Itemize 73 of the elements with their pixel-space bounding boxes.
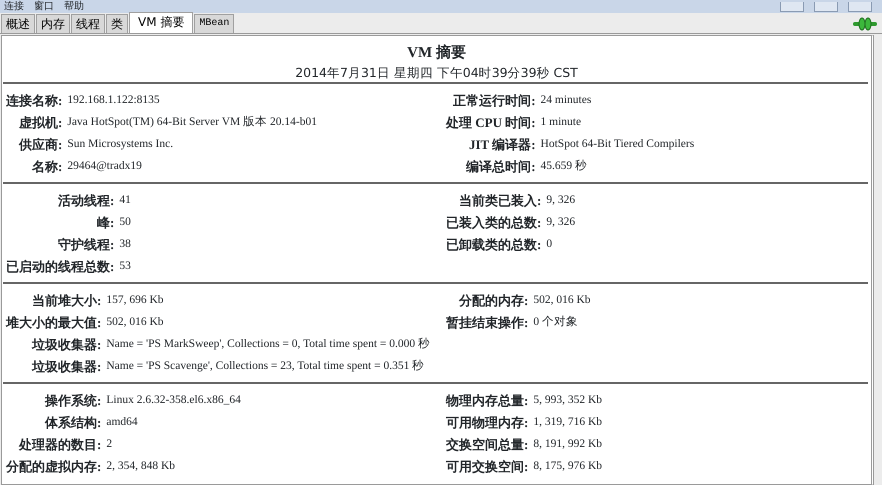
- timestamp: 2014年7月31日 星期四 下午04时39分39秒 CST: [294, 64, 579, 82]
- field-value: 29464@tradx19: [67, 159, 143, 174]
- tab[interactable]: 类: [106, 14, 128, 33]
- field-label: 峰:: [96, 214, 114, 232]
- field-label: 操作系统:: [44, 392, 102, 410]
- field-value: 9, 326: [546, 193, 576, 208]
- field-label: 垃圾收集器:: [30, 336, 102, 354]
- maximize-button[interactable]: [814, 2, 838, 12]
- field-label: 虚拟机:: [18, 114, 62, 132]
- field-value: 41: [119, 193, 132, 208]
- field-label: 暂挂结束操作:: [446, 314, 528, 332]
- field-value: Name = 'PS Scavenge', Collections = 23, Total time spent = 0.351 秒: [106, 358, 426, 374]
- field-label: 连接名称:: [6, 92, 62, 110]
- field-value: 0: [546, 237, 554, 252]
- field-value: 5, 993, 352 Kb: [533, 393, 604, 408]
- field-value: 50: [119, 215, 132, 230]
- field-label: 可用交换空间:: [446, 458, 528, 476]
- field-value: 53: [119, 259, 132, 274]
- tab[interactable]: MBean: [194, 14, 234, 33]
- minimize-button[interactable]: [780, 2, 804, 12]
- field-value: 502, 016 Kb: [106, 315, 165, 330]
- field-value: HotSpot 64-Bit Tiered Compilers: [540, 137, 696, 152]
- tab[interactable]: 概述: [1, 14, 35, 33]
- field-label: 分配的虚拟内存:: [6, 458, 102, 476]
- field-value: 1, 319, 716 Kb: [533, 415, 604, 430]
- field-value: Name = 'PS MarkSweep', Collections = 0, Total time spent = 0.000 秒: [106, 336, 431, 352]
- field-value: Sun Microsystems Inc.: [67, 137, 174, 152]
- field-label: 活动线程:: [57, 192, 114, 210]
- field-label: 当前类已装入:: [458, 192, 542, 210]
- field-label: 供应商:: [18, 136, 62, 154]
- field-value: Linux 2.6.32-358.el6.x86_64: [106, 393, 242, 408]
- field-label: 处理 CPU 时间:: [446, 114, 536, 132]
- tab[interactable]: VM 摘要: [129, 12, 194, 33]
- field-label: 正常运行时间:: [452, 92, 536, 110]
- close-button[interactable]: [848, 2, 872, 12]
- field-label: 已装入类的总数:: [446, 214, 542, 232]
- field-value: 0 个对象: [533, 314, 579, 330]
- field-value: 192.168.1.122:8135: [67, 93, 161, 108]
- field-label: 当前堆大小:: [31, 292, 102, 310]
- field-label: 守护线程:: [57, 236, 114, 254]
- field-label: 已启动的线程总数:: [6, 258, 114, 276]
- field-value: 8, 175, 976 Kb: [533, 459, 604, 474]
- field-value: 8, 191, 992 Kb: [533, 437, 604, 452]
- field-value: 502, 016 Kb: [533, 293, 592, 308]
- field-label: 堆大小的最大值:: [6, 314, 102, 332]
- menu-item[interactable]: 窗口: [34, 2, 54, 12]
- summary-title: VM 摘要: [406, 44, 467, 62]
- field-label: 已卸载类的总数:: [446, 236, 542, 254]
- field-value: 9, 326: [546, 215, 576, 230]
- field-label: 名称:: [30, 158, 62, 176]
- field-label: 可用物理内存:: [446, 414, 528, 432]
- field-label: 体系结构:: [44, 414, 102, 432]
- field-label: JIT 编译器:: [468, 136, 536, 154]
- tab[interactable]: 线程: [71, 14, 105, 33]
- field-label: 交换空间总量:: [446, 436, 528, 454]
- tab[interactable]: 内存: [36, 14, 70, 33]
- field-label: 物理内存总量:: [446, 392, 528, 410]
- field-value: 45.659 秒: [540, 158, 588, 174]
- menu-item[interactable]: 帮助: [64, 2, 84, 12]
- menu-item[interactable]: 连接: [4, 2, 24, 12]
- field-label: 分配的内存:: [458, 292, 528, 310]
- field-value: Java HotSpot(TM) 64-Bit Server VM 版本 20.14-b01: [67, 114, 318, 130]
- field-value: 1 minute: [540, 115, 582, 130]
- field-value: 2: [106, 437, 114, 452]
- connection-plug-icon: [852, 17, 878, 31]
- field-value: 157, 696 Kb: [106, 293, 165, 308]
- field-label: 垃圾收集器:: [30, 358, 102, 376]
- field-value: 24 minutes: [540, 93, 592, 108]
- field-value: 2, 354, 848 Kb: [106, 459, 176, 474]
- field-value: 38: [119, 237, 132, 252]
- field-value: amd64: [106, 415, 139, 430]
- field-label: 处理器的数目:: [18, 436, 102, 454]
- field-label: 编译总时间:: [464, 158, 536, 176]
